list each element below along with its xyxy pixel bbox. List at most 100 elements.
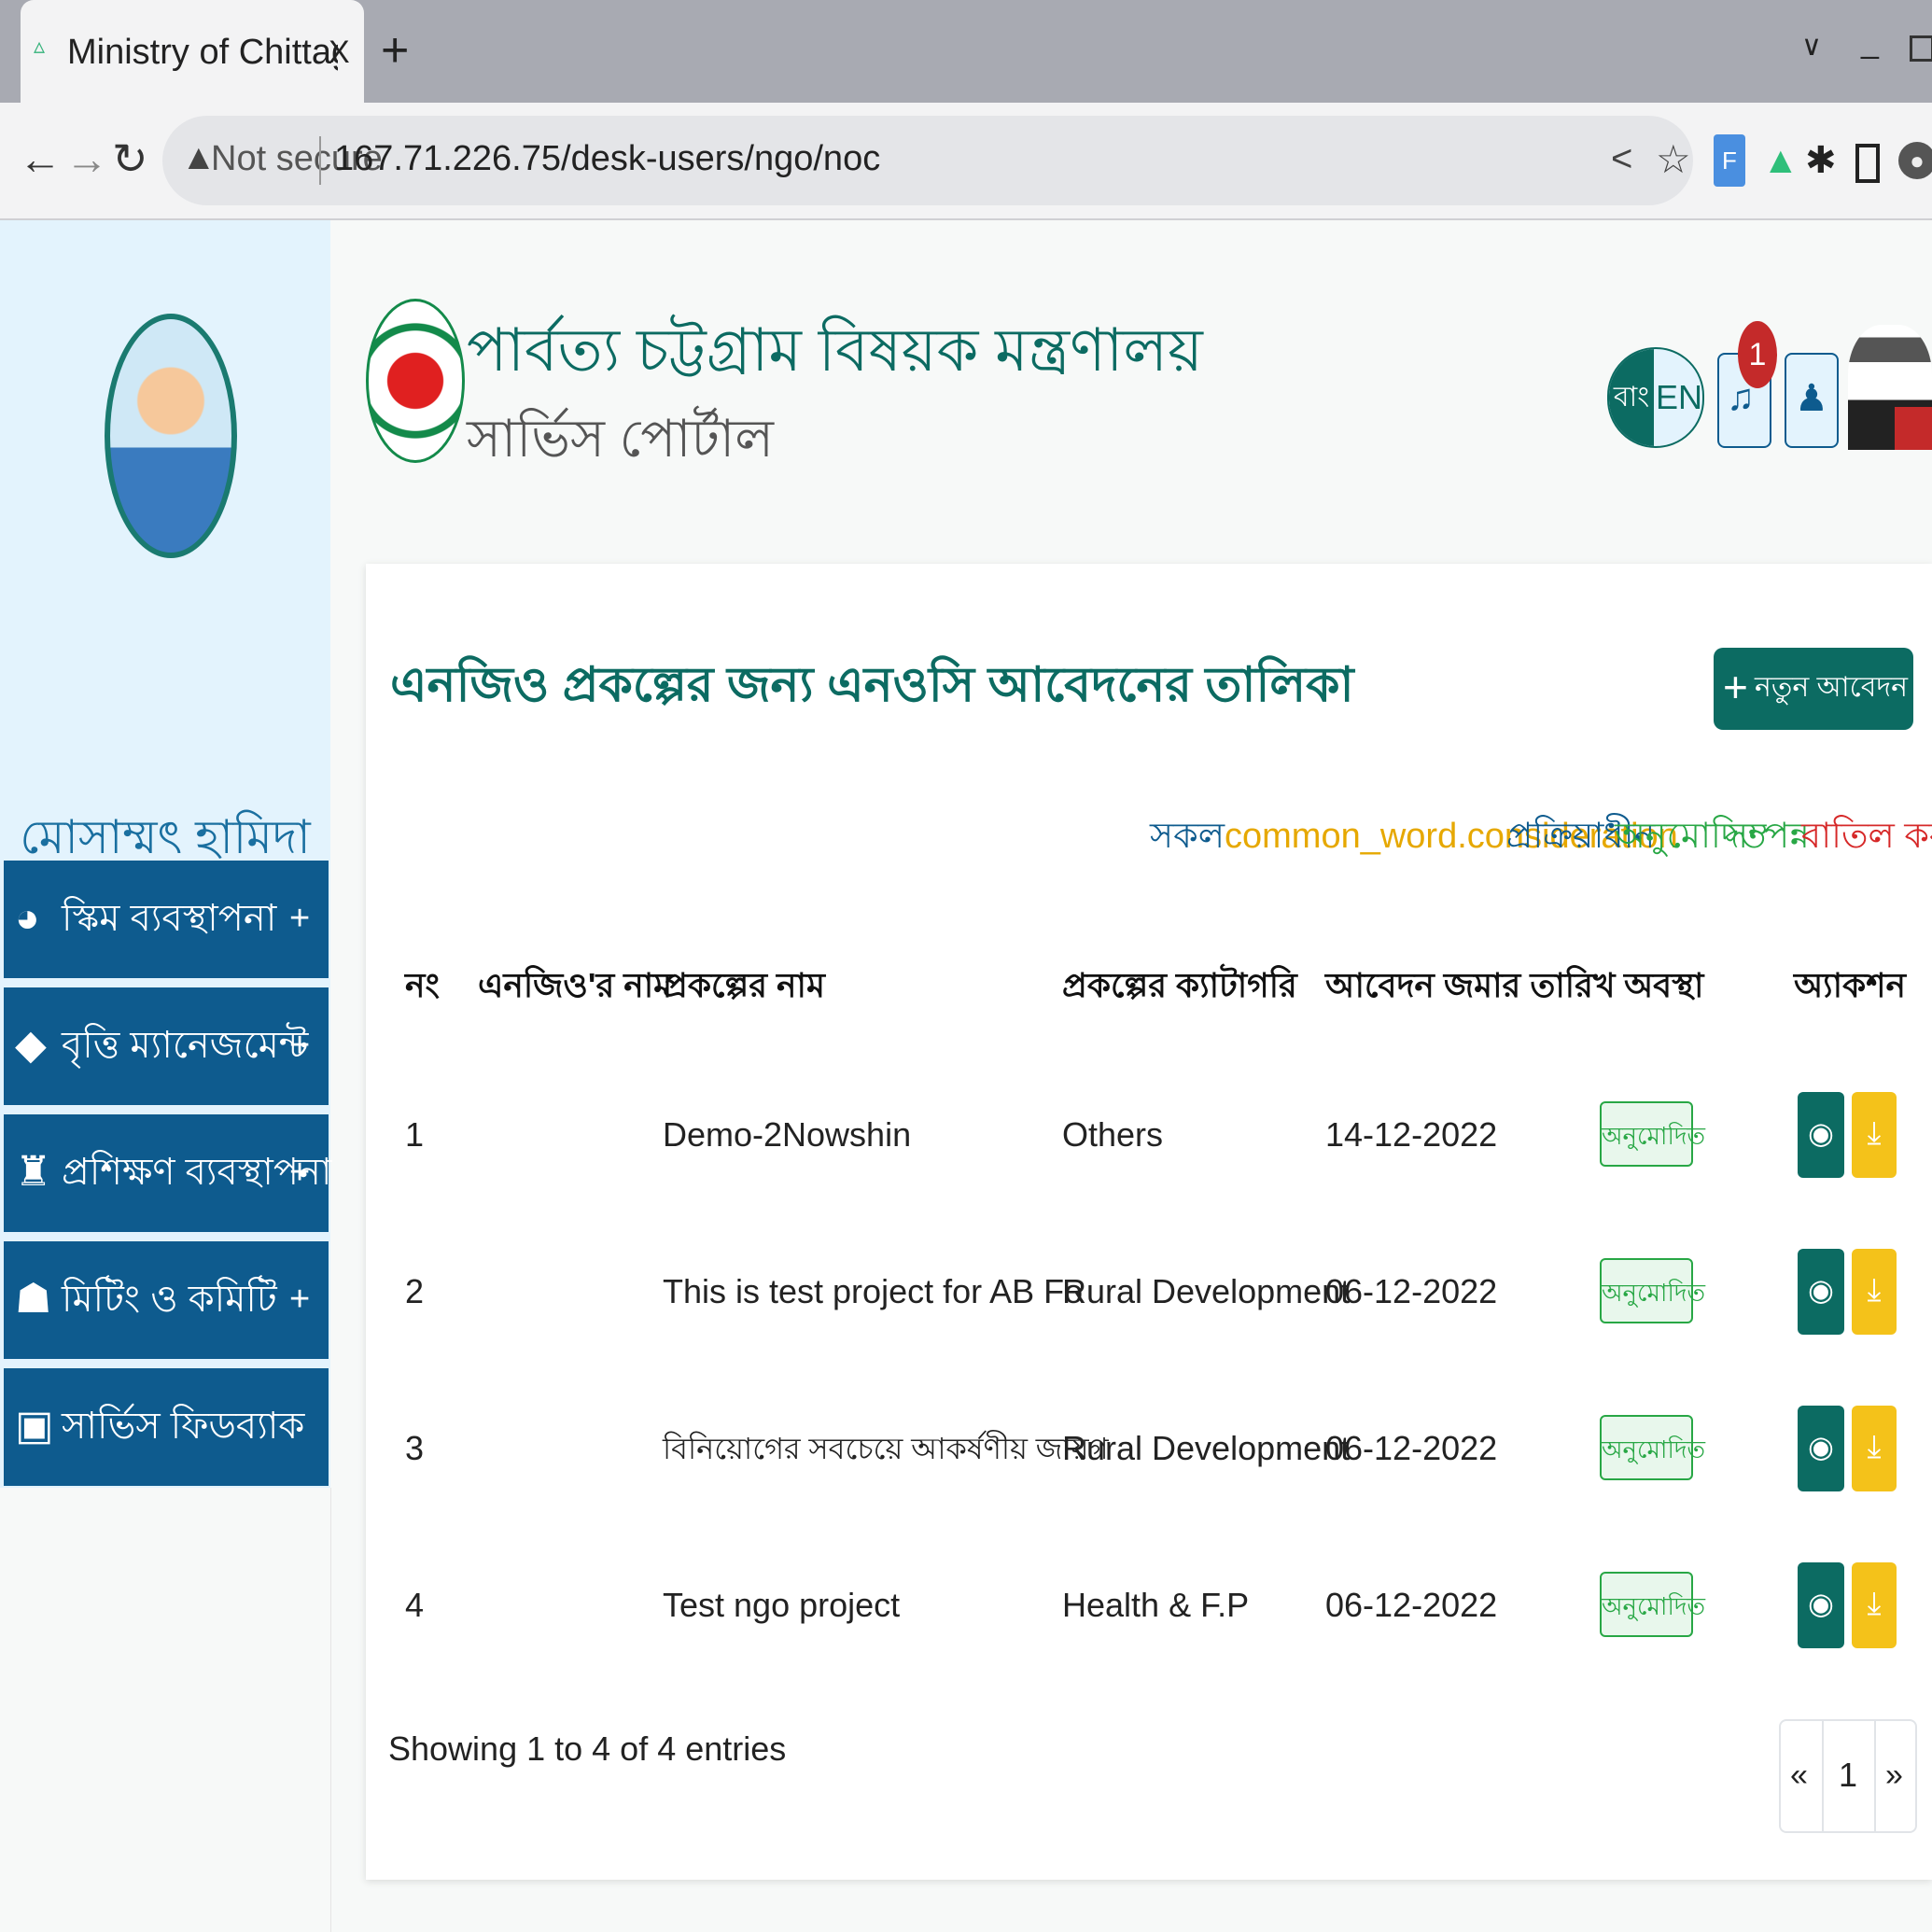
address-divider bbox=[319, 136, 321, 185]
government-logo bbox=[366, 299, 465, 463]
view-icon: ◉ bbox=[1808, 1430, 1834, 1463]
reload-icon[interactable]: ↻ bbox=[112, 131, 148, 187]
cell-date: 06-12-2022 bbox=[1325, 1586, 1498, 1624]
browser-tabstrip: ▵ Ministry of Chittagong Hi X + ∨ _ bbox=[0, 0, 1932, 103]
profile-avatar-icon[interactable]: ● bbox=[1898, 142, 1932, 179]
view-icon: ◉ bbox=[1808, 1587, 1834, 1620]
feedback-icon: ▣ bbox=[15, 1403, 54, 1449]
pie-chart-icon: ◕ bbox=[15, 895, 40, 941]
cell-date: 14-12-2022 bbox=[1325, 1115, 1498, 1154]
url-text[interactable]: 167.71.226.75/desk-users/ngo/noc bbox=[334, 134, 880, 183]
filter-all[interactable]: সকল bbox=[1150, 808, 1225, 864]
browser-tab[interactable]: ▵ Ministry of Chittagong Hi X bbox=[21, 0, 364, 103]
portrait-badge bbox=[1895, 407, 1932, 450]
sidebar-item-feedback[interactable]: ▣ সার্ভিস ফিডব্যাক bbox=[4, 1368, 329, 1486]
download-button[interactable]: ⤓ bbox=[1852, 1562, 1897, 1648]
tab-title: Ministry of Chittagong Hi bbox=[67, 33, 338, 72]
cell-project-name: Test ngo project bbox=[663, 1586, 901, 1624]
cell-category: Others bbox=[1062, 1115, 1164, 1154]
pagination-next[interactable]: » bbox=[1885, 1747, 1903, 1803]
pagination-prev[interactable]: « bbox=[1790, 1747, 1808, 1803]
sidebar-item-label: মিটিং ও কমিটি bbox=[62, 1279, 277, 1320]
column-header-ngo-name: এনজিও'র নাম bbox=[478, 966, 673, 1004]
download-icon: ⤓ bbox=[1867, 1429, 1882, 1464]
browser-toolbar: ← → ↻ ▲ Not secure 167.71.226.75/desk-us… bbox=[0, 103, 1932, 220]
site-favicon-icon: ▵ bbox=[34, 34, 46, 59]
expand-plus-icon[interactable]: + bbox=[289, 1017, 310, 1073]
sidebar-item-training[interactable]: ♜ প্রশিক্ষণ ব্যবস্থাপনা + bbox=[4, 1114, 332, 1232]
extension-triangle-icon[interactable]: ▲ bbox=[1762, 134, 1799, 187]
filter-cancel[interactable]: বাতিল করুন bbox=[1801, 808, 1932, 864]
sidebar-item-scholarship[interactable]: ◆ বৃত্তি ম্যানেজমেন্ট + bbox=[4, 987, 329, 1105]
pagination: « 1 » bbox=[1779, 1719, 1917, 1833]
back-arrow-icon[interactable]: ← bbox=[19, 131, 62, 187]
cell-no: 4 bbox=[405, 1586, 425, 1624]
status-badge: অনুমোদিত bbox=[1600, 1415, 1705, 1480]
view-button[interactable]: ◉ bbox=[1798, 1562, 1844, 1648]
download-button[interactable]: ⤓ bbox=[1852, 1249, 1897, 1335]
side-panel-icon[interactable] bbox=[1855, 144, 1880, 183]
expand-plus-icon[interactable]: + bbox=[289, 890, 310, 946]
cell-date: 06-12-2022 bbox=[1325, 1272, 1498, 1310]
expand-plus-icon[interactable]: + bbox=[289, 1271, 310, 1327]
pagination-divider bbox=[1874, 1721, 1876, 1831]
sidebar-item-label: বৃত্তি ম্যানেজমেন্ট bbox=[62, 1025, 309, 1066]
sidebar-item-label: স্কিম ব্যবস্থাপনা bbox=[62, 898, 277, 939]
cell-no: 2 bbox=[405, 1272, 425, 1310]
view-button[interactable]: ◉ bbox=[1798, 1092, 1844, 1178]
new-tab-button[interactable]: + bbox=[381, 24, 409, 77]
site-title: পার্বত্য চট্টগ্রাম বিষয়ক মন্ত্রণালয় bbox=[467, 316, 1203, 384]
sidebar-item-label: সার্ভিস ফিডব্যাক bbox=[62, 1406, 305, 1447]
download-button[interactable]: ⤓ bbox=[1852, 1406, 1897, 1491]
cell-date: 06-12-2022 bbox=[1325, 1429, 1498, 1467]
tab-search-icon[interactable]: ∨ bbox=[1801, 30, 1822, 63]
lang-bangla-option[interactable]: বাং bbox=[1609, 349, 1654, 446]
user-avatar bbox=[105, 314, 237, 558]
maximize-icon[interactable] bbox=[1910, 35, 1932, 62]
pagination-page-1[interactable]: 1 bbox=[1831, 1747, 1865, 1803]
view-icon: ◉ bbox=[1808, 1116, 1834, 1150]
cell-project-name: Demo-2Nowshin bbox=[663, 1115, 912, 1154]
address-bar[interactable]: ▲ Not secure 167.71.226.75/desk-users/ng… bbox=[162, 116, 1693, 205]
plus-icon: + bbox=[1723, 663, 1748, 711]
entries-info: Showing 1 to 4 of 4 entries bbox=[388, 1729, 787, 1768]
main-card: এনজিও প্রকল্পের জন্য এনওসি আবেদনের তালিক… bbox=[366, 564, 1932, 1880]
group-icon: ☗ bbox=[15, 1276, 52, 1322]
sidebar-empty-area bbox=[0, 1488, 331, 1932]
pagination-divider bbox=[1822, 1721, 1824, 1831]
forward-arrow-icon[interactable]: → bbox=[65, 131, 108, 187]
view-button[interactable]: ◉ bbox=[1798, 1406, 1844, 1491]
sidebar-item-scheme[interactable]: ◕ স্কিম ব্যবস্থাপনা + bbox=[4, 861, 329, 978]
filter-completed[interactable]: সম্পন্ন bbox=[1725, 808, 1810, 864]
status-badge: অনুমোদিত bbox=[1600, 1101, 1705, 1167]
download-button[interactable]: ⤓ bbox=[1852, 1092, 1897, 1178]
extensions-puzzle-icon[interactable]: ✱ bbox=[1805, 134, 1837, 187]
tab-close-icon[interactable]: X bbox=[329, 28, 350, 77]
column-header-no: নং bbox=[405, 966, 440, 1004]
download-icon: ⤓ bbox=[1867, 1272, 1882, 1308]
site-subtitle: সার্ভিস পোর্টাল bbox=[467, 409, 774, 468]
lang-english-option[interactable]: EN bbox=[1656, 349, 1702, 446]
page-title: এনজিও প্রকল্পের জন্য এনওসি আবেদনের তালিক… bbox=[390, 658, 1354, 712]
cell-category: Rural Development bbox=[1062, 1272, 1351, 1310]
new-application-button[interactable]: + নতুন আবেদন করুন bbox=[1714, 648, 1932, 730]
download-icon: ⤓ bbox=[1867, 1586, 1882, 1621]
extension-f-icon[interactable]: F bbox=[1714, 134, 1745, 187]
download-icon: ⤓ bbox=[1867, 1115, 1882, 1151]
expand-plus-icon[interactable]: + bbox=[289, 1144, 310, 1200]
column-header-action: অ্যাকশন bbox=[1794, 966, 1907, 1004]
bookmark-star-icon[interactable]: ☆ bbox=[1656, 136, 1691, 182]
sidebar-item-meeting[interactable]: ☗ মিটিং ও কমিটি + bbox=[4, 1241, 329, 1359]
minimize-icon[interactable]: _ bbox=[1861, 24, 1879, 61]
column-header-project-name: প্রকল্পের নাম bbox=[663, 966, 825, 1004]
view-button[interactable]: ◉ bbox=[1798, 1249, 1844, 1335]
profile-button[interactable]: ♟ bbox=[1785, 353, 1839, 448]
status-badge: অনুমোদিত bbox=[1600, 1258, 1705, 1323]
view-icon: ◉ bbox=[1808, 1273, 1834, 1307]
share-icon[interactable]: < bbox=[1611, 138, 1632, 180]
cell-no: 1 bbox=[405, 1115, 425, 1154]
cell-project-name: বিনিয়োগের সবচেয়ে আকর্ষণীয় জায়গ bbox=[663, 1432, 1109, 1465]
cell-category: Health & F.P bbox=[1062, 1586, 1250, 1624]
column-header-category: প্রকল্পের ক্যাটাগরি bbox=[1062, 966, 1297, 1004]
language-toggle[interactable]: বাং EN bbox=[1607, 347, 1704, 448]
